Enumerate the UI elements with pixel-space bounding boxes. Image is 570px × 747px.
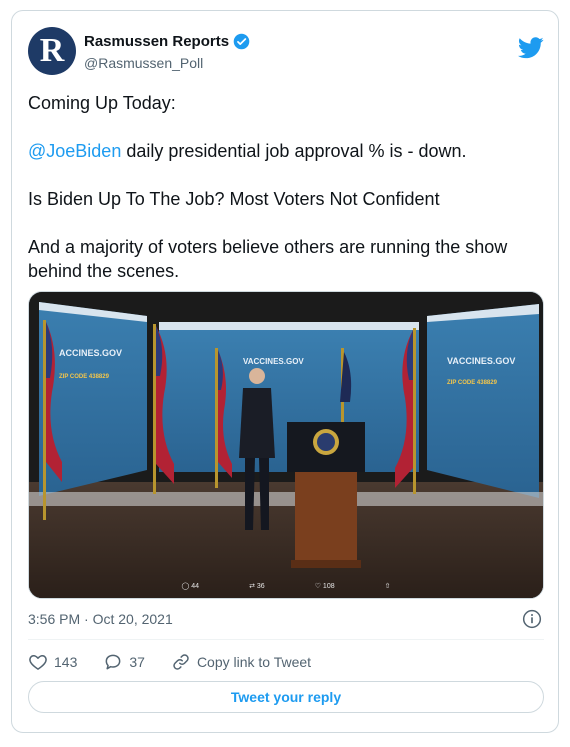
name-row: Rasmussen Reports	[84, 33, 250, 50]
copy-link-button[interactable]: Copy link to Tweet	[171, 652, 311, 672]
mention-link[interactable]: @JoeBiden	[28, 141, 121, 161]
reply-bubble-icon	[105, 654, 121, 670]
display-name[interactable]: Rasmussen Reports	[84, 33, 229, 50]
screen-text-right: VACCINES.GOV	[447, 356, 515, 366]
overlay-retweets: ⇄ 36	[249, 583, 265, 590]
like-button[interactable]: 143	[28, 652, 77, 672]
tweet-actions: 143 37 Copy link to Tweet	[28, 651, 337, 673]
twitter-bird-icon[interactable]	[518, 37, 544, 59]
screen-text-left: ACCINES.GOV	[59, 348, 122, 358]
overlay-replies: ◯ 44	[181, 583, 200, 590]
screen-zip-right: ZIP CODE 438829	[447, 380, 498, 386]
overlay-share-icon: ⇧	[384, 583, 391, 590]
tweet-line-2: @JoeBiden daily presidential job approva…	[28, 139, 544, 163]
like-count: 143	[54, 654, 78, 670]
tweet-text: Coming Up Today: @JoeBiden daily preside…	[28, 91, 544, 283]
tweet-timestamp[interactable]: 3:56 PM · Oct 20, 2021	[28, 611, 173, 627]
reply-count: 37	[129, 654, 145, 670]
tweet-card: R Rasmussen Reports @Rasmussen_Poll Comi…	[11, 10, 559, 733]
tweet-line-3: Is Biden Up To The Job? Most Voters Not …	[28, 189, 440, 209]
tweet-line-1: Coming Up Today:	[28, 93, 176, 113]
divider	[28, 639, 544, 640]
tweet-line-4: And a majority of voters believe others …	[28, 237, 508, 281]
tweet-line-2-rest: daily presidential job approval % is - d…	[121, 141, 467, 161]
verified-badge-icon	[233, 33, 250, 50]
tweet-header: R Rasmussen Reports @Rasmussen_Poll	[28, 25, 544, 77]
tweet-reply-button[interactable]: Tweet your reply	[28, 681, 544, 713]
info-icon[interactable]	[522, 609, 542, 629]
reply-count-button[interactable]: 37	[103, 652, 145, 672]
user-handle[interactable]: @Rasmussen_Poll	[84, 55, 203, 71]
link-icon	[173, 654, 189, 670]
tweet-media[interactable]: ACCINES.GOV ZIP CODE 438829 VACCINES.GOV…	[28, 291, 544, 599]
press-briefing-image: ACCINES.GOV ZIP CODE 438829 VACCINES.GOV…	[29, 292, 543, 598]
media-overlay-bar: ◯ 44 ⇄ 36 ♡ 108 ⇧	[29, 574, 543, 598]
screen-text-center: VACCINES.GOV	[243, 357, 304, 366]
copy-link-label: Copy link to Tweet	[196, 654, 312, 670]
avatar[interactable]: R	[28, 27, 76, 75]
overlay-likes: ♡ 108	[314, 583, 335, 590]
screen-zip-left: ZIP CODE 438829	[59, 374, 110, 380]
heart-icon	[29, 655, 47, 670]
